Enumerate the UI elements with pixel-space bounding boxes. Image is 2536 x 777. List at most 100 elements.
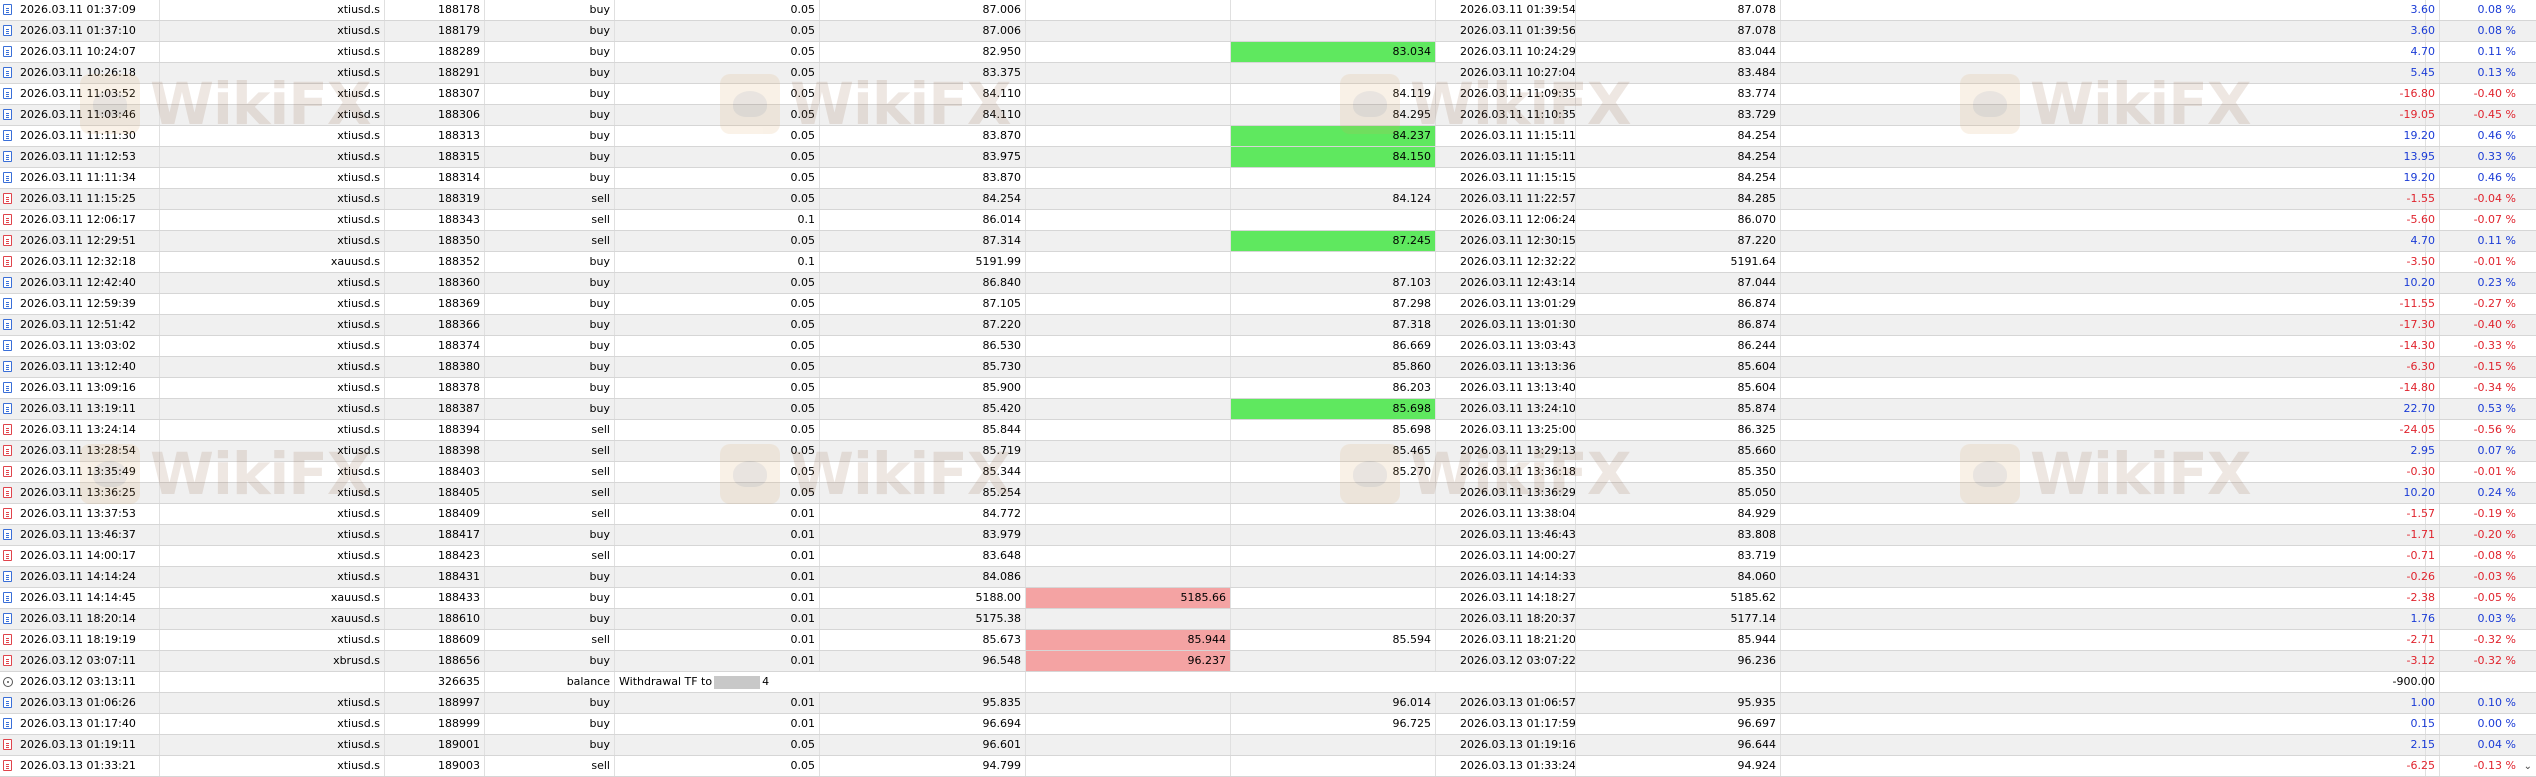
type-cell: sell <box>485 210 615 230</box>
type-cell: sell <box>485 231 615 251</box>
take-profit-cell <box>1231 525 1436 545</box>
table-row[interactable]: 2026.03.11 13:37:53 xtiusd.s 188409 sell 0.0… <box>0 504 2536 525</box>
type-cell: buy <box>485 294 615 314</box>
close-time-cell: 2026.03.11 11:15:15 <box>1436 168 1576 188</box>
profit-percent-cell: 0.00 % <box>2477 717 2516 730</box>
table-row[interactable]: 2026.03.11 13:24:14 xtiusd.s 188394 sell 0.0… <box>0 420 2536 441</box>
take-profit-cell <box>1231 0 1436 20</box>
table-row[interactable]: 2026.03.11 12:42:40 xtiusd.s 188360 buy 0.05… <box>0 273 2536 294</box>
table-row[interactable]: 2026.03.11 01:37:09 xtiusd.s 188178 buy 0.05… <box>0 0 2536 21</box>
table-row[interactable]: 2026.03.11 18:20:14 xauusd.s 188610 buy 0.01… <box>0 609 2536 630</box>
scroll-down-chevron-icon[interactable]: ⌄ <box>2524 761 2532 772</box>
table-row[interactable]: 2026.03.11 13:19:11 xtiusd.s 188387 buy 0.05… <box>0 399 2536 420</box>
stop-loss-cell <box>1026 105 1231 125</box>
table-row[interactable]: 2026.03.12 03:07:11 xbrusd.s 188656 buy 0.01… <box>0 651 2536 672</box>
close-time-cell: 2026.03.11 13:36:29 <box>1436 483 1576 503</box>
open-price-cell: 85.730 <box>820 357 1026 377</box>
take-profit-cell: 84.237 <box>1231 126 1436 146</box>
table-row[interactable]: 2026.03.11 01:37:10 xtiusd.s 188179 buy 0.05… <box>0 21 2536 42</box>
table-row[interactable]: 2026.03.11 11:11:30 xtiusd.s 188313 buy 0.05… <box>0 126 2536 147</box>
table-row[interactable]: 2026.03.11 14:14:45 xauusd.s 188433 buy 0.01… <box>0 588 2536 609</box>
table-row[interactable]: 2026.03.11 12:29:51 xtiusd.s 188350 sell 0.0… <box>0 231 2536 252</box>
close-price-cell: 84.929 <box>1576 504 1781 524</box>
ticket-cell: 326635 <box>385 672 485 692</box>
table-row[interactable]: 2026.03.11 13:35:49 xtiusd.s 188403 sell 0.0… <box>0 462 2536 483</box>
table-row[interactable]: 2026.03.11 11:11:34 xtiusd.s 188314 buy 0.05… <box>0 168 2536 189</box>
volume-cell: 0.01 <box>615 546 820 566</box>
table-row[interactable]: 2026.03.13 01:33:21 xtiusd.s 189003 sell 0.0… <box>0 756 2536 777</box>
table-row[interactable]: 2026.03.11 13:12:40 xtiusd.s 188380 buy 0.05… <box>0 357 2536 378</box>
table-row[interactable]: 2026.03.12 03:13:11 326635 balance Withdraw… <box>0 672 2536 693</box>
empty-cell <box>1781 294 2426 314</box>
close-time-cell: 2026.03.11 11:10:35 <box>1436 105 1576 125</box>
type-cell: buy <box>485 525 615 545</box>
close-time-cell: 2026.03.11 12:43:14 <box>1436 273 1576 293</box>
type-cell: buy <box>485 105 615 125</box>
profit-percent-cell: -0.19 % <box>2473 507 2516 520</box>
profit-cell: 13.95 <box>2340 147 2440 167</box>
table-row[interactable]: 2026.03.11 18:19:19 xtiusd.s 188609 sell 0.0… <box>0 630 2536 651</box>
open-time-cell: 2026.03.11 13:36:25 <box>0 483 160 503</box>
table-row[interactable]: 2026.03.11 13:09:16 xtiusd.s 188378 buy 0.05… <box>0 378 2536 399</box>
type-cell: buy <box>485 693 615 713</box>
type-cell: buy <box>485 42 615 62</box>
close-time-cell: 2026.03.11 12:32:22 <box>1436 252 1576 272</box>
take-profit-cell: 85.698 <box>1231 399 1436 419</box>
stop-loss-cell <box>1026 378 1231 398</box>
take-profit-cell <box>1231 252 1436 272</box>
table-row[interactable]: 2026.03.11 11:03:52 xtiusd.s 188307 buy 0.05… <box>0 84 2536 105</box>
profit-percent-cell: -0.20 % <box>2473 528 2516 541</box>
profit-cell: 0.15 <box>2340 714 2440 734</box>
table-row[interactable]: 2026.03.11 14:00:17 xtiusd.s 188423 sell 0.0… <box>0 546 2536 567</box>
profit-percent-cell: -0.32 % <box>2473 633 2516 646</box>
open-time-cell: 2026.03.11 13:28:54 <box>0 441 160 461</box>
stop-loss-cell <box>1026 168 1231 188</box>
take-profit-cell: 85.594 <box>1231 630 1436 650</box>
open-price-cell: 86.840 <box>820 273 1026 293</box>
close-price-cell: 87.078 <box>1576 21 1781 41</box>
close-price-cell: 5191.64 <box>1576 252 1781 272</box>
close-time-cell: 2026.03.11 11:22:57 <box>1436 189 1576 209</box>
table-row[interactable]: 2026.03.11 13:36:25 xtiusd.s 188405 sell 0.0… <box>0 483 2536 504</box>
type-cell: buy <box>485 399 615 419</box>
table-row[interactable]: 2026.03.11 10:26:18 xtiusd.s 188291 buy 0.05… <box>0 63 2536 84</box>
stop-loss-cell <box>1026 525 1231 545</box>
table-row[interactable]: 2026.03.13 01:06:26 xtiusd.s 188997 buy 0.01… <box>0 693 2536 714</box>
table-row[interactable]: 2026.03.11 13:28:54 xtiusd.s 188398 sell 0.0… <box>0 441 2536 462</box>
close-price-cell: 85.604 <box>1576 357 1781 377</box>
table-row[interactable]: 2026.03.11 11:03:46 xtiusd.s 188306 buy 0.05… <box>0 105 2536 126</box>
table-row[interactable]: 2026.03.11 13:03:02 xtiusd.s 188374 buy 0.05… <box>0 336 2536 357</box>
table-row[interactable]: 2026.03.11 13:46:37 xtiusd.s 188417 buy 0.01… <box>0 525 2536 546</box>
open-time-cell: 2026.03.11 13:46:37 <box>0 525 160 545</box>
open-time-cell: 2026.03.11 01:37:09 <box>0 0 160 20</box>
table-row[interactable]: 2026.03.11 10:24:07 xtiusd.s 188289 buy 0.05… <box>0 42 2536 63</box>
volume-cell: 0.1 <box>615 252 820 272</box>
open-price-cell: 84.772 <box>820 504 1026 524</box>
profit-percent-cell: -0.01 % <box>2473 465 2516 478</box>
table-row[interactable]: 2026.03.11 12:59:39 xtiusd.s 188369 buy 0.05… <box>0 294 2536 315</box>
table-row[interactable]: 2026.03.13 01:17:40 xtiusd.s 188999 buy 0.01… <box>0 714 2536 735</box>
table-row[interactable]: 2026.03.11 12:51:42 xtiusd.s 188366 buy 0.05… <box>0 315 2536 336</box>
profit-cell: 19.20 <box>2340 168 2440 188</box>
profit-percent-cell: -0.27 % <box>2473 297 2516 310</box>
table-row[interactable]: 2026.03.13 01:19:11 xtiusd.s 189001 buy 0.05… <box>0 735 2536 756</box>
table-row[interactable]: 2026.03.11 12:06:17 xtiusd.s 188343 sell 0.1… <box>0 210 2536 231</box>
take-profit-cell <box>1231 168 1436 188</box>
type-cell: buy <box>485 651 615 671</box>
close-price-cell: 83.774 <box>1576 84 1781 104</box>
table-row[interactable]: 2026.03.11 12:32:18 xauusd.s 188352 buy 0.1 5… <box>0 252 2536 273</box>
empty-cell <box>1781 273 2426 293</box>
table-row[interactable]: 2026.03.11 11:12:53 xtiusd.s 188315 buy 0.05… <box>0 147 2536 168</box>
profit-percent-cell: -0.32 % <box>2473 654 2516 667</box>
table-row[interactable]: 2026.03.11 11:15:25 xtiusd.s 188319 sell 0.0… <box>0 189 2536 210</box>
profit-percent-cell: -0.33 % <box>2473 339 2516 352</box>
open-time-cell: 2026.03.11 13:12:40 <box>0 357 160 377</box>
take-profit-cell: 84.150 <box>1231 147 1436 167</box>
open-price-cell: 96.601 <box>820 735 1026 755</box>
volume-cell: 0.05 <box>615 105 820 125</box>
empty-cell <box>1781 168 2426 188</box>
close-price-cell: 85.050 <box>1576 483 1781 503</box>
close-price-cell: 84.060 <box>1576 567 1781 587</box>
table-row[interactable]: 2026.03.11 14:14:24 xtiusd.s 188431 buy 0.01… <box>0 567 2536 588</box>
type-cell: sell <box>485 441 615 461</box>
